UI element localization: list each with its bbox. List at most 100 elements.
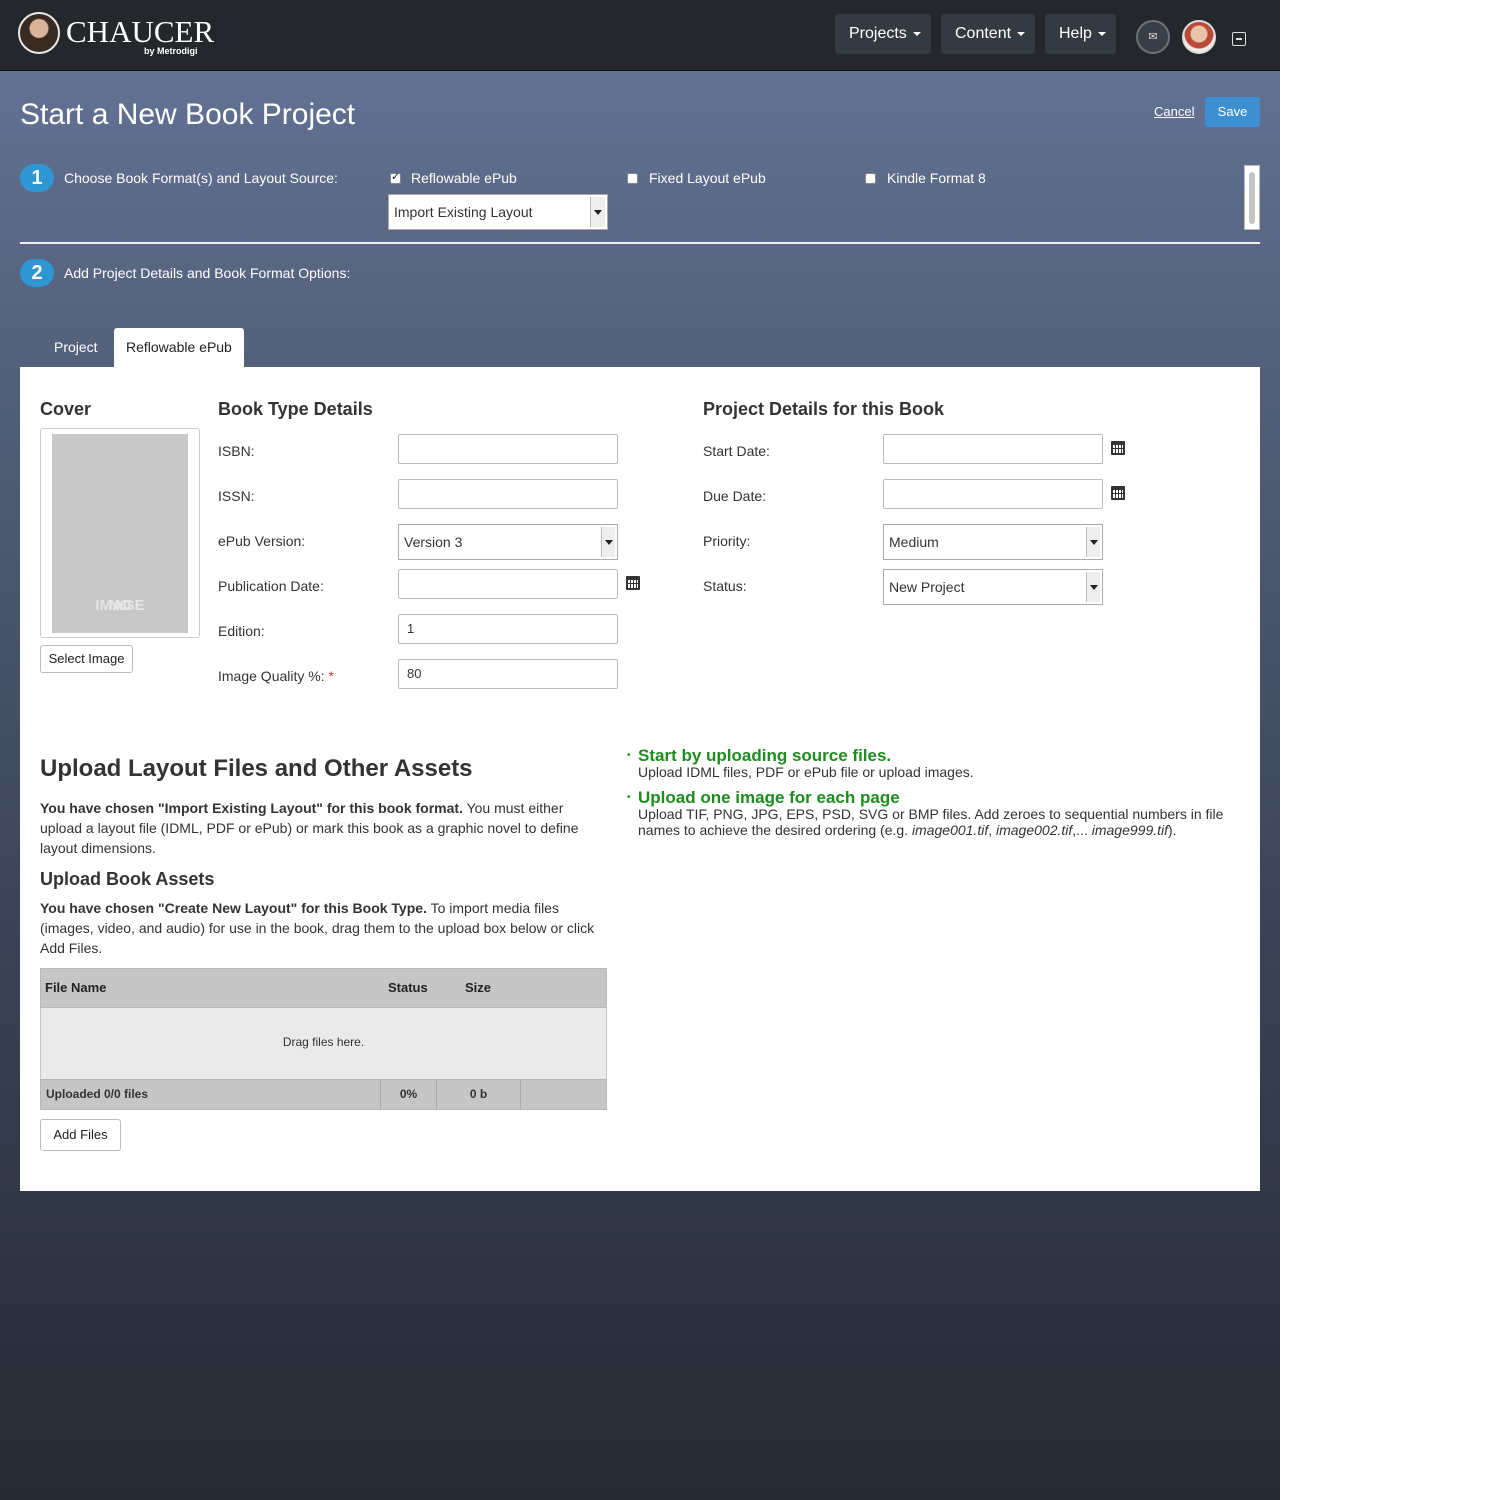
- example-filename-1: image001.tif: [911, 822, 989, 838]
- footer-empty-cell: [520, 1080, 606, 1109]
- top-navbar: CHAUCER by Metrodigi Projects Content He…: [0, 0, 1280, 71]
- step-1-badge: 1: [20, 164, 54, 192]
- chaucer-portrait-icon: [18, 12, 60, 54]
- help-menu-label: Help: [1059, 25, 1092, 42]
- priority-select[interactable]: Medium: [883, 524, 1103, 560]
- status-select[interactable]: New Project: [883, 569, 1103, 605]
- projects-menu-label: Projects: [849, 25, 907, 42]
- upload-table-header: File Name Status Size: [40, 968, 607, 1008]
- due-date-input[interactable]: [883, 479, 1103, 509]
- issn-input[interactable]: [398, 479, 618, 509]
- caret-down-icon: [1017, 31, 1026, 36]
- page-title: Start a New Book Project: [20, 98, 356, 131]
- logout-icon[interactable]: [1232, 32, 1246, 46]
- hint-images-title: Upload one image for each page: [638, 788, 900, 807]
- priority-label: Priority:: [703, 533, 751, 549]
- drop-zone-text: Drag files here.: [282, 1035, 365, 1049]
- epub-version-label: ePub Version:: [218, 533, 306, 549]
- edition-input[interactable]: 1: [398, 614, 618, 644]
- publication-date-input[interactable]: [398, 569, 618, 599]
- upload-table: File Name Status Size Drag files here. U…: [40, 968, 607, 1110]
- caret-down-icon: [912, 31, 921, 36]
- select-arrow-icon: [1086, 527, 1100, 557]
- kindle-format-8-label: Kindle Format 8: [887, 170, 986, 186]
- upload-percent: 0%: [380, 1080, 436, 1109]
- calendar-icon[interactable]: [1111, 441, 1125, 455]
- select-arrow-icon: [590, 197, 605, 227]
- kindle-format-8-checkbox[interactable]: [865, 173, 876, 184]
- upload-assets-heading: Upload Book Assets: [40, 869, 215, 889]
- calendar-icon[interactable]: [626, 576, 640, 590]
- upload-size: 0 b: [436, 1080, 520, 1109]
- select-image-button[interactable]: Select Image: [40, 645, 133, 673]
- book-type-heading: Book Type Details: [218, 399, 373, 419]
- example-separator: ,...: [1072, 822, 1092, 838]
- layout-source-select[interactable]: Import Existing Layout: [388, 194, 608, 230]
- example-separator: ,: [988, 822, 996, 838]
- image-quality-label-text: Image Quality %:: [218, 668, 325, 684]
- start-date-input[interactable]: [883, 434, 1103, 464]
- uploaded-count: Uploaded 0/0 files: [46, 1087, 149, 1101]
- fixed-layout-epub-checkbox[interactable]: [627, 173, 638, 184]
- import-layout-paragraph: You have chosen "Import Existing Layout"…: [40, 798, 607, 858]
- status-value: New Project: [889, 579, 965, 595]
- example-filename-3: image999.tif: [1091, 822, 1169, 838]
- project-details-heading: Project Details for this Book: [703, 399, 945, 419]
- no-image-line2: IMAGE: [95, 597, 145, 614]
- due-date-label: Due Date:: [703, 488, 767, 504]
- upload-table-footer: Uploaded 0/0 files 0% 0 b: [40, 1079, 607, 1110]
- help-menu-button[interactable]: Help: [1045, 14, 1116, 54]
- isbn-label: ISBN:: [218, 443, 255, 459]
- user-avatar[interactable]: [1182, 20, 1216, 54]
- reflowable-epub-panel: Cover NO IMAGE Select Image Book Type Det…: [20, 367, 1260, 1191]
- epub-version-select[interactable]: Version 3: [398, 524, 618, 560]
- example-filename-2: image002.tif: [996, 822, 1073, 838]
- logo-text: CHAUCER: [66, 14, 215, 49]
- edition-label: Edition:: [218, 623, 265, 639]
- cancel-link[interactable]: Cancel: [1154, 104, 1194, 119]
- bullet-icon: •: [627, 792, 631, 803]
- fixed-layout-epub-label: Fixed Layout ePub: [649, 170, 766, 186]
- caret-down-icon: [1097, 31, 1106, 36]
- column-status: Status: [388, 980, 428, 995]
- select-arrow-icon: [601, 527, 615, 557]
- save-button[interactable]: Save: [1205, 97, 1260, 127]
- image-quality-label: Image Quality %: *: [218, 668, 334, 684]
- tab-reflowable-epub[interactable]: Reflowable ePub: [114, 328, 244, 367]
- step-2-badge: 2: [20, 259, 54, 287]
- app-window: CHAUCER by Metrodigi Projects Content He…: [0, 0, 1280, 1500]
- column-file-name: File Name: [45, 980, 107, 995]
- select-arrow-icon: [1086, 572, 1100, 602]
- projects-menu-button[interactable]: Projects: [835, 14, 931, 54]
- tab-project[interactable]: Project: [42, 328, 110, 367]
- status-label: Status:: [703, 578, 747, 594]
- create-layout-bold: You have chosen "Create New Layout" for …: [40, 900, 427, 916]
- issn-label: ISSN:: [218, 488, 255, 504]
- step-1-label: Choose Book Format(s) and Layout Source:: [64, 170, 338, 186]
- isbn-input[interactable]: [398, 434, 618, 464]
- step-2-label: Add Project Details and Book Format Opti…: [64, 265, 351, 281]
- content-menu-label: Content: [955, 25, 1012, 42]
- create-layout-paragraph: You have chosen "Create New Layout" for …: [40, 898, 607, 958]
- start-date-label: Start Date:: [703, 443, 770, 459]
- image-quality-input[interactable]: 80: [398, 659, 618, 689]
- cover-heading: Cover: [40, 399, 92, 419]
- priority-value: Medium: [889, 534, 939, 550]
- file-drop-zone[interactable]: Drag files here.: [40, 1008, 607, 1079]
- messages-icon[interactable]: ✉: [1136, 20, 1170, 54]
- import-layout-bold: You have chosen "Import Existing Layout"…: [40, 800, 463, 816]
- logo-subtext: by Metrodigi: [144, 46, 198, 56]
- reflowable-epub-checkbox[interactable]: [390, 170, 401, 184]
- calendar-icon[interactable]: [1111, 486, 1125, 500]
- bullet-icon: •: [627, 750, 631, 761]
- publication-date-label: Publication Date:: [218, 578, 324, 594]
- required-marker: *: [328, 668, 334, 684]
- reflowable-epub-label: Reflowable ePub: [411, 170, 517, 186]
- cover-frame: NO IMAGE: [40, 428, 200, 638]
- add-files-button[interactable]: Add Files: [40, 1119, 121, 1151]
- hint-source-title: Start by uploading source files.: [638, 746, 892, 765]
- content-menu-button[interactable]: Content: [941, 14, 1035, 54]
- no-image-placeholder: NO IMAGE: [52, 434, 188, 633]
- hint-source-desc: Upload IDML files, PDF or ePub file or u…: [638, 764, 974, 780]
- formats-scrollbar[interactable]: [1244, 165, 1260, 230]
